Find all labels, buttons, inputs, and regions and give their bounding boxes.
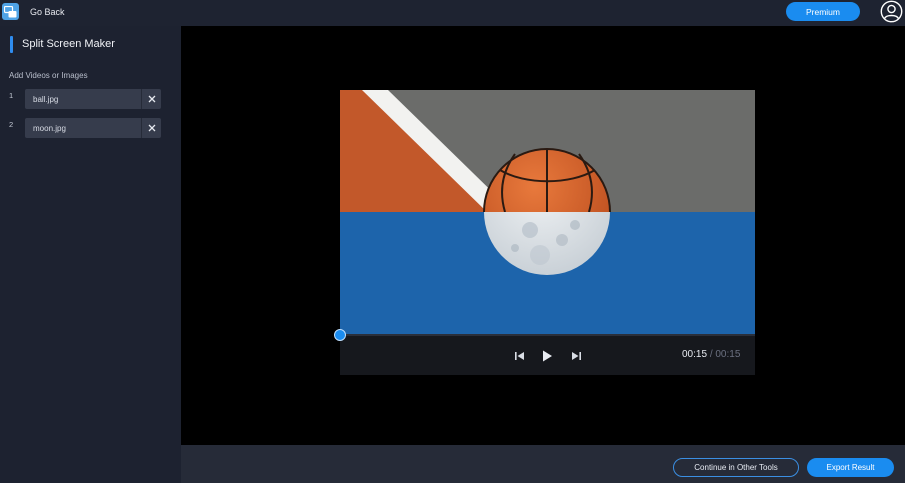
time-separator: / <box>709 349 713 360</box>
title-accent-bar <box>10 36 13 53</box>
export-result-button[interactable]: Export Result <box>807 458 894 477</box>
continue-in-other-tools-button[interactable]: Continue in Other Tools <box>673 458 799 477</box>
file-index: 1 <box>9 91 14 100</box>
skip-back-icon[interactable] <box>513 349 527 363</box>
file-index: 2 <box>9 120 14 129</box>
video-player: 00:15 / 00:15 <box>334 90 755 375</box>
progress-handle[interactable] <box>334 329 346 341</box>
file-name: moon.jpg <box>33 124 66 133</box>
remove-file-button[interactable] <box>141 89 161 109</box>
play-icon[interactable] <box>540 349 554 363</box>
preview-canvas: 00:15 / 00:15 <box>181 26 905 445</box>
time-display: 00:15 / 00:15 <box>682 349 740 360</box>
page-title: Split Screen Maker <box>22 38 115 50</box>
split-screen-preview[interactable] <box>340 90 755 335</box>
go-back-link[interactable]: Go Back <box>30 7 65 17</box>
close-icon <box>148 124 155 132</box>
app-logo-icon <box>2 3 19 20</box>
premium-button[interactable]: Premium <box>786 2 860 21</box>
file-name: ball.jpg <box>33 95 59 104</box>
user-avatar-icon[interactable] <box>880 0 903 23</box>
remove-file-button[interactable] <box>141 118 161 138</box>
file-slot[interactable]: ball.jpg <box>25 89 161 109</box>
total-duration: 00:15 <box>715 349 741 360</box>
progress-track[interactable] <box>340 334 755 336</box>
bottom-toolbar: Continue in Other Tools Export Result <box>181 445 905 483</box>
sidebar: Split Screen Maker Add Videos or Images … <box>0 26 181 483</box>
file-slot[interactable]: moon.jpg <box>25 118 161 138</box>
file-row-2: 2 moon.jpg <box>0 118 181 138</box>
add-media-label: Add Videos or Images <box>9 71 88 80</box>
file-row-1: 1 ball.jpg <box>0 89 181 109</box>
skip-forward-icon[interactable] <box>569 349 583 363</box>
current-time: 00:15 <box>682 349 708 360</box>
top-bar: Go Back Premium <box>0 0 905 26</box>
close-icon <box>148 95 155 103</box>
